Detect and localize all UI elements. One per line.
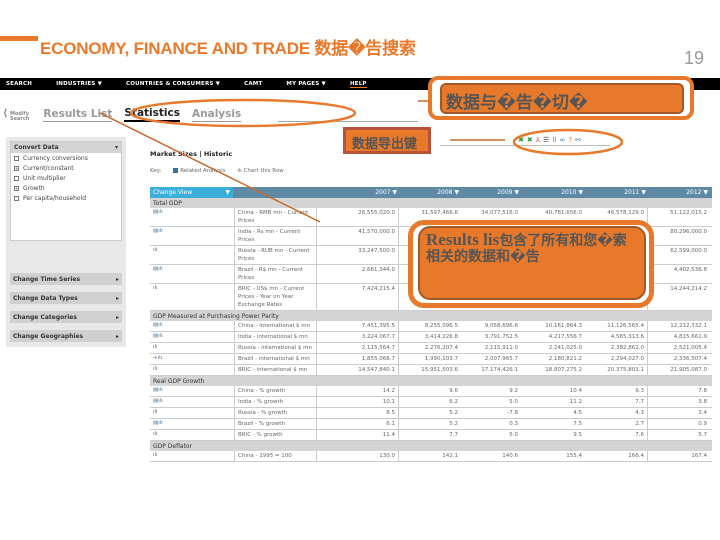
- export-callout: 数据导出键: [343, 127, 431, 154]
- compare-callout: 数据与�告�切�: [440, 83, 684, 114]
- results-list-arrow: [99, 112, 321, 223]
- results-list-callout: Results lis包含了所有和您�索相关的数据和�告: [418, 226, 646, 300]
- toolbar-highlight-ellipse: [512, 128, 624, 156]
- statistics-highlight-ellipse: [129, 98, 357, 128]
